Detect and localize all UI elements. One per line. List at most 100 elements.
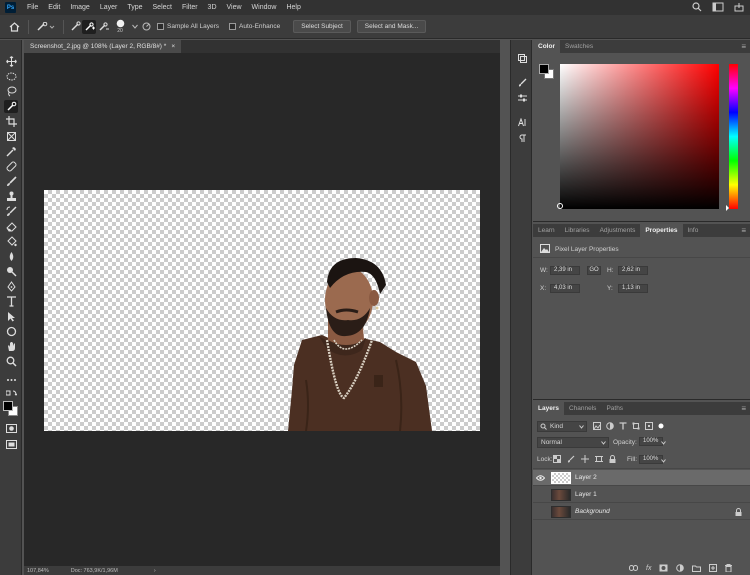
tab-paths[interactable]: Paths xyxy=(601,402,628,415)
add-to-selection-icon[interactable] xyxy=(82,19,96,34)
ellipse-shape-icon[interactable] xyxy=(4,325,18,338)
color-swatches[interactable] xyxy=(3,401,19,417)
pen-icon[interactable] xyxy=(4,280,18,293)
sample-all-layers-checkbox[interactable]: Sample All Layers xyxy=(157,23,219,30)
zoom-icon[interactable] xyxy=(4,355,18,368)
chevron-down-icon[interactable] xyxy=(661,441,666,445)
layer-name[interactable]: Background xyxy=(575,508,610,515)
blur-icon[interactable] xyxy=(4,250,18,263)
tool-preset-picker[interactable] xyxy=(33,21,59,32)
workspace-icon[interactable] xyxy=(712,2,724,12)
layer-row-layer-2[interactable]: Layer 2 xyxy=(533,470,750,486)
foreground-color-swatch[interactable] xyxy=(3,401,13,411)
panel-menu-icon[interactable]: ≡ xyxy=(741,42,746,51)
adjustment-layer-icon[interactable] xyxy=(676,564,685,572)
document-canvas[interactable] xyxy=(44,190,480,431)
layer-name[interactable]: Layer 2 xyxy=(575,474,597,481)
menu-select[interactable]: Select xyxy=(148,4,177,11)
move-tool-icon[interactable] xyxy=(4,55,18,68)
menu-window[interactable]: Window xyxy=(247,4,282,11)
add-mask-icon[interactable] xyxy=(659,564,668,572)
menu-image[interactable]: Image xyxy=(65,4,94,11)
width-field[interactable]: 2,39 in xyxy=(550,266,580,275)
filter-smart-object-icon[interactable] xyxy=(645,422,653,430)
menu-edit[interactable]: Edit xyxy=(43,4,65,11)
blend-mode-select[interactable]: Normal xyxy=(537,437,609,448)
hand-icon[interactable] xyxy=(4,340,18,353)
filter-pixel-icon[interactable] xyxy=(593,422,601,430)
quick-mask-icon[interactable] xyxy=(4,422,18,435)
hue-slider-handle[interactable] xyxy=(726,205,729,211)
brush-size-picker[interactable]: 20 xyxy=(110,19,130,34)
character-panel-icon[interactable] xyxy=(515,116,529,128)
panel-color-swatches[interactable] xyxy=(539,64,555,80)
delete-layer-icon[interactable] xyxy=(725,564,733,572)
tab-learn[interactable]: Learn xyxy=(533,224,560,237)
x-field[interactable]: 4,03 in xyxy=(550,284,580,293)
tab-libraries[interactable]: Libraries xyxy=(560,224,595,237)
new-selection-icon[interactable] xyxy=(68,21,82,32)
screen-mode-icon[interactable] xyxy=(4,438,18,451)
layer-style-icon[interactable]: fx xyxy=(646,565,651,572)
menu-3d[interactable]: 3D xyxy=(203,4,222,11)
filter-shape-icon[interactable] xyxy=(632,422,640,430)
zoom-level[interactable]: 107,84% xyxy=(27,568,49,574)
history-panel-icon[interactable] xyxy=(515,52,529,64)
more-tools-icon[interactable] xyxy=(4,373,18,386)
ellipse-marquee-icon[interactable] xyxy=(4,70,18,83)
menu-file[interactable]: File xyxy=(22,4,43,11)
filter-toggle-icon[interactable] xyxy=(658,423,664,429)
lock-position-icon[interactable] xyxy=(581,455,589,463)
tab-layers[interactable]: Layers xyxy=(533,402,564,415)
brush-icon[interactable] xyxy=(4,175,18,188)
select-subject-button[interactable]: Select Subject xyxy=(293,20,351,33)
spot-healing-icon[interactable] xyxy=(4,160,18,173)
type-icon[interactable] xyxy=(4,295,18,308)
home-icon[interactable] xyxy=(4,21,24,32)
eraser-icon[interactable] xyxy=(4,220,18,233)
layer-row-layer-1[interactable]: Layer 1 xyxy=(533,487,750,503)
quick-selection-icon[interactable] xyxy=(4,100,18,113)
y-field[interactable]: 1,13 in xyxy=(618,284,648,293)
tab-channels[interactable]: Channels xyxy=(564,402,601,415)
lasso-icon[interactable] xyxy=(4,85,18,98)
hue-slider[interactable] xyxy=(726,64,738,211)
tab-info[interactable]: Info xyxy=(683,224,704,237)
chevron-down-icon[interactable] xyxy=(130,24,140,29)
swap-colors-icon[interactable] xyxy=(4,389,18,397)
search-icon[interactable] xyxy=(692,2,702,12)
filter-adjustment-icon[interactable] xyxy=(606,422,614,430)
layer-name[interactable]: Layer 1 xyxy=(575,491,597,498)
layer-row-background[interactable]: Background xyxy=(533,504,750,520)
color-picker-marker[interactable] xyxy=(557,203,563,209)
opacity-field[interactable]: 100% xyxy=(639,437,663,446)
paragraph-panel-icon[interactable] xyxy=(515,132,529,144)
color-field[interactable] xyxy=(557,64,719,209)
menu-filter[interactable]: Filter xyxy=(177,4,203,11)
adjust-panel-icon[interactable] xyxy=(515,92,529,104)
menu-layer[interactable]: Layer xyxy=(95,4,123,11)
subtract-from-selection-icon[interactable] xyxy=(96,21,110,32)
menu-view[interactable]: View xyxy=(222,4,247,11)
link-dimensions-button[interactable]: GO xyxy=(587,266,601,275)
menu-help[interactable]: Help xyxy=(281,4,305,11)
eyedropper-icon[interactable] xyxy=(4,145,18,158)
panel-foreground-swatch[interactable] xyxy=(539,64,549,74)
history-brush-icon[interactable] xyxy=(4,205,18,218)
visibility-eye-icon[interactable] xyxy=(533,474,547,481)
chevron-down-icon[interactable] xyxy=(661,459,666,463)
frame-icon[interactable] xyxy=(4,130,18,143)
brush-settings-icon[interactable] xyxy=(515,76,529,88)
height-field[interactable]: 2,62 in xyxy=(618,266,648,275)
select-and-mask-button[interactable]: Select and Mask... xyxy=(356,20,427,33)
lock-artboard-icon[interactable] xyxy=(595,455,603,463)
tab-properties[interactable]: Properties xyxy=(640,224,683,237)
new-layer-icon[interactable] xyxy=(709,564,718,572)
panel-menu-icon[interactable]: ≡ xyxy=(741,226,746,235)
clone-stamp-icon[interactable] xyxy=(4,190,18,203)
share-icon[interactable] xyxy=(734,2,744,12)
filter-type-icon[interactable] xyxy=(619,422,627,430)
close-icon[interactable]: × xyxy=(171,43,175,50)
lock-transparent-icon[interactable] xyxy=(553,455,561,463)
crop-icon[interactable] xyxy=(4,115,18,128)
